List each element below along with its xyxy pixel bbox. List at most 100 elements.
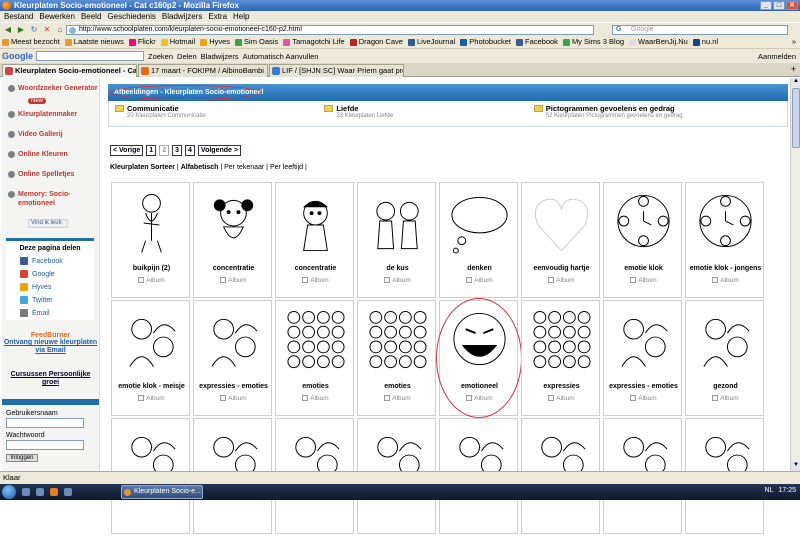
coloring-thumbnail[interactable] <box>530 189 593 257</box>
coloring-thumbnail[interactable] <box>202 189 265 257</box>
url-bar[interactable]: http://www.schoolplaten.com/kleurplaten-… <box>66 25 594 35</box>
card-title[interactable]: emotie klok <box>604 265 683 272</box>
bookmark-hyves[interactable]: Hyves <box>200 36 230 48</box>
google-signin-link[interactable]: Aanmelden <box>758 52 796 61</box>
bookmark-flickr[interactable]: Flickr <box>128 36 156 48</box>
coloring-card[interactable]: expressies - emoties Album <box>603 300 682 416</box>
bookmark-laatste-nieuws[interactable]: Laatste nieuws <box>64 36 124 48</box>
prev-page-button[interactable]: < Vorige <box>110 145 144 156</box>
coloring-card[interactable]: expressies - emoties Album <box>193 300 272 416</box>
next-page-button[interactable]: Volgende > <box>197 145 241 156</box>
sort-per-leeftijd[interactable]: Per leeftijd <box>270 164 303 171</box>
sidebar-item-kleurplatenmaker[interactable]: Kleurplatenmaker <box>8 110 99 119</box>
card-title[interactable]: emotie klok - meisje <box>112 383 191 390</box>
album-checkbox[interactable]: Album <box>358 395 437 402</box>
coloring-card[interactable]: emotie klok - jongens Album <box>685 182 764 298</box>
coloring-thumbnail[interactable] <box>120 189 183 257</box>
card-title[interactable]: emoties <box>358 383 437 390</box>
bookmark-photobucket[interactable]: Photobucket <box>460 36 511 48</box>
bookmark-sim-oasis[interactable]: Sim Oasis <box>235 36 278 48</box>
coloring-card[interactable]: buikpijn (2) Album <box>111 182 190 298</box>
card-title[interactable]: expressies - emoties <box>194 383 273 390</box>
minimize-button[interactable]: _ <box>760 1 772 10</box>
menu-geschiedenis[interactable]: Geschiedenis <box>107 11 155 22</box>
username-field[interactable] <box>6 418 84 428</box>
coloring-card[interactable]: emotie klok Album <box>603 182 682 298</box>
card-title[interactable]: emoties <box>276 383 355 390</box>
coloring-thumbnail[interactable] <box>448 189 511 257</box>
tab-lif[interactable]: LIF / [SHJN SC] Waar Priem gaat prob... <box>269 64 404 77</box>
coloring-card[interactable]: emotie klok - meisje Album <box>111 300 190 416</box>
coloring-thumbnail[interactable] <box>284 307 347 375</box>
album-checkbox[interactable]: Album <box>686 277 765 284</box>
card-title[interactable]: de kus <box>358 265 437 272</box>
album-checkbox[interactable]: Album <box>604 277 683 284</box>
bookmark-waarbenjij[interactable]: WaarBenJij.Nu <box>629 36 688 48</box>
card-title[interactable]: expressies <box>522 383 601 390</box>
tab-kleurplaten[interactable]: Kleurplaten Socio-emotioneel - Cat ... <box>2 64 137 77</box>
explorer-icon[interactable] <box>22 488 30 496</box>
card-title[interactable]: expressies - emoties <box>604 383 683 390</box>
reload-icon[interactable]: ↻ <box>29 25 39 35</box>
album-checkbox[interactable]: Album <box>358 277 437 284</box>
coloring-thumbnail[interactable] <box>120 307 183 375</box>
home-icon[interactable]: ⌂ <box>55 25 65 35</box>
bookmark-meest-bezocht[interactable]: Meest bezocht <box>2 36 60 48</box>
language-indicator[interactable]: NL <box>765 487 774 494</box>
desktop-icon[interactable] <box>64 488 72 496</box>
coloring-card[interactable]: eenvoudig hartje Album <box>521 182 600 298</box>
menu-bestand[interactable]: Bestand <box>4 11 33 22</box>
scroll-down-icon[interactable]: ▼ <box>791 462 800 471</box>
coloring-thumbnail[interactable] <box>612 307 675 375</box>
coloring-thumbnail[interactable] <box>612 189 675 257</box>
google-delen-button[interactable]: Delen <box>177 52 197 61</box>
share-email[interactable]: Email <box>6 307 94 320</box>
firefox-launch-icon[interactable] <box>50 488 58 496</box>
menu-bladwijzers[interactable]: Bladwijzers <box>162 11 202 22</box>
sort-alfabetisch[interactable]: Alfabetisch <box>181 164 219 171</box>
category-liefde[interactable]: Liefde 33 Kleurplaten Liefde <box>318 101 527 126</box>
coloring-card[interactable]: emoties Album <box>275 300 354 416</box>
coloring-thumbnail[interactable] <box>202 307 265 375</box>
coloring-card[interactable]: concentratie Album <box>275 182 354 298</box>
card-title[interactable]: concentratie <box>194 265 273 272</box>
menu-help[interactable]: Help <box>233 11 249 22</box>
page-4-button[interactable]: 4 <box>185 145 195 156</box>
media-icon[interactable] <box>36 488 44 496</box>
bookmarks-overflow-button[interactable]: » <box>791 36 796 48</box>
tab-fok[interactable]: 17 maart - FOK!PM / AlbinoBambi <box>138 64 268 77</box>
album-checkbox[interactable]: Album <box>522 395 601 402</box>
password-field[interactable] <box>6 440 84 450</box>
sidebar-item-video-gallerij[interactable]: Video Gallerij <box>8 130 99 139</box>
menu-beeld[interactable]: Beeld <box>81 11 101 22</box>
bookmark-facebook[interactable]: Facebook <box>516 36 558 48</box>
album-checkbox[interactable]: Album <box>276 277 355 284</box>
stop-icon[interactable]: ✕ <box>42 25 52 35</box>
page-scrollbar[interactable]: ▲ ▼ <box>790 78 800 471</box>
sort-per-tekenaar[interactable]: Per tekenaar <box>224 164 264 171</box>
forward-icon[interactable]: ▶ <box>16 25 26 35</box>
coloring-thumbnail[interactable] <box>366 307 429 375</box>
sidebar-item-woordzoeker[interactable]: Woordzoeker Generator <box>8 84 99 93</box>
scroll-up-icon[interactable]: ▲ <box>791 78 800 87</box>
card-title[interactable]: emotie klok - jongens <box>686 265 765 272</box>
coloring-thumbnail[interactable] <box>694 189 757 257</box>
album-checkbox[interactable]: Album <box>112 277 191 284</box>
coloring-thumbnail[interactable] <box>530 307 593 375</box>
card-title[interactable]: buikpijn (2) <box>112 265 191 272</box>
album-checkbox[interactable]: Album <box>522 277 601 284</box>
album-checkbox[interactable]: Album <box>276 395 355 402</box>
album-checkbox[interactable]: Album <box>194 277 273 284</box>
coloring-card[interactable]: de kus Album <box>357 182 436 298</box>
share-google[interactable]: Google <box>6 268 94 281</box>
facebook-like-button[interactable]: Vind ik leuk <box>28 219 68 228</box>
card-title[interactable]: gezond <box>686 383 765 390</box>
album-checkbox[interactable]: Album <box>194 395 273 402</box>
sidebar-item-online-spelletjes[interactable]: Online Spelletjes <box>8 170 99 179</box>
clock[interactable]: 17:25 <box>778 487 796 494</box>
coloring-thumbnail[interactable] <box>366 189 429 257</box>
maximize-button[interactable]: □ <box>773 1 785 10</box>
taskbar-firefox-window[interactable]: Kleurplaten Socio-e... <box>121 485 203 499</box>
close-button[interactable]: ✕ <box>786 1 798 10</box>
coloring-card[interactable]: expressies Album <box>521 300 600 416</box>
